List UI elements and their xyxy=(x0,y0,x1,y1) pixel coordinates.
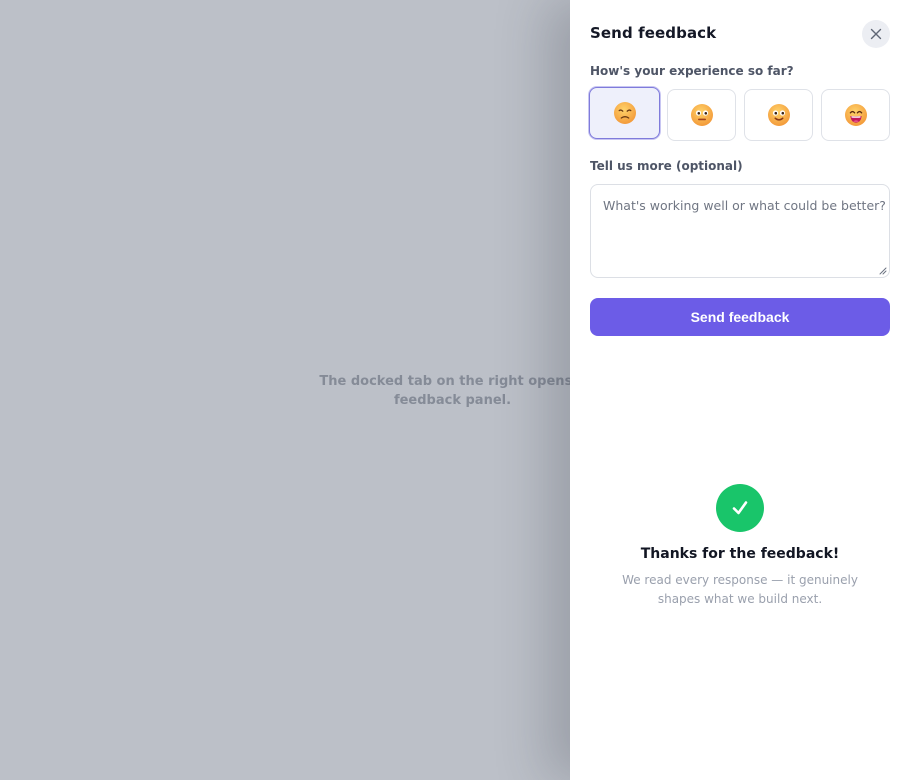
success-message: We read every response — it genuinely sh… xyxy=(622,573,858,606)
comment-textarea[interactable]: What's working well or what could be bet… xyxy=(590,184,890,278)
mood-option-smiling[interactable] xyxy=(744,89,813,141)
send-feedback-button[interactable]: Send feedback xyxy=(590,298,890,336)
mood-option-neutral[interactable] xyxy=(667,89,736,141)
success-state: Thanks for the feedback! We read every r… xyxy=(590,484,890,609)
mood-option-grinning[interactable] xyxy=(821,89,890,141)
frustrated-face-icon xyxy=(613,102,636,124)
grinning-face-icon xyxy=(844,104,867,126)
panel-title: Send feedback xyxy=(590,24,717,42)
close-icon xyxy=(870,28,882,40)
mood-selector xyxy=(589,87,890,141)
experience-question: How's your experience so far? xyxy=(590,64,794,78)
checkmark-icon xyxy=(716,484,764,532)
comment-placeholder: What's working well or what could be bet… xyxy=(603,198,886,213)
comment-label: Tell us more (optional) xyxy=(590,159,743,173)
close-button[interactable] xyxy=(862,20,890,48)
neutral-face-icon xyxy=(690,104,713,126)
success-title: Thanks for the feedback! xyxy=(640,546,840,562)
resize-grip-icon[interactable] xyxy=(879,267,887,275)
background-message: The docked tab on the right opens a feed… xyxy=(319,374,586,408)
feedback-panel: Send feedback How's your experience so f… xyxy=(570,0,910,780)
mood-option-frustrated[interactable] xyxy=(589,87,660,139)
smiling-face-icon xyxy=(767,104,790,126)
